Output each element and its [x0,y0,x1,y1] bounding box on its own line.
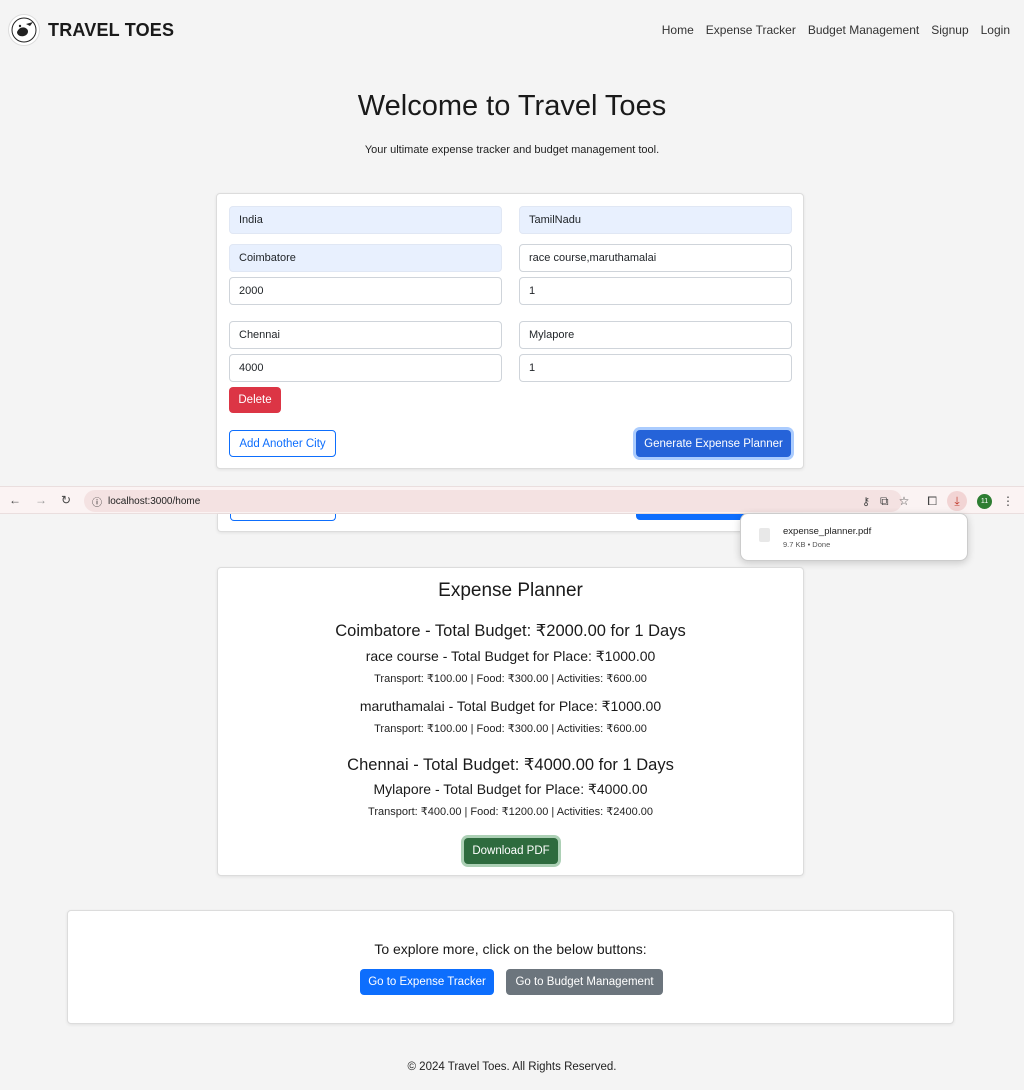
add-city-button-partial [230,514,336,521]
explore-text: To explore more, click on the below butt… [374,941,647,957]
navbar: TRAVEL TOES Home Expense Tracker Budget … [0,0,1024,60]
download-icon[interactable]: ⤓ [947,491,967,511]
place-heading-2: maruthamalai - Total Budget for Place: ₹… [359,698,662,714]
download-popup[interactable]: expense_planner.pdf 9.7 KB • Done [740,513,968,561]
pdf-file-icon [759,528,770,542]
brand-name: TRAVEL TOES [48,19,175,40]
city-input-1[interactable]: Coimbatore [229,244,502,272]
city-input-2[interactable]: Chennai [229,321,502,349]
download-status: 9.7 KB • Done [783,540,831,549]
place-heading-1: race course - Total Budget for Place: ₹1… [365,648,656,664]
go-budget-management-button[interactable]: Go to Budget Management [506,969,663,995]
generate-button-partial [636,514,746,520]
page-title: Welcome to Travel Toes [357,90,667,122]
menu-kebab-icon[interactable]: ⋮ [1002,494,1014,508]
go-expense-tracker-button[interactable]: Go to Expense Tracker [360,969,494,995]
install-app-icon[interactable]: ⧉ [880,494,889,509]
reload-icon[interactable]: ↻ [61,493,71,507]
days-input-1[interactable]: 1 [519,277,792,305]
generate-planner-button[interactable]: Generate Expense Planner [636,430,791,457]
bookmark-star-icon[interactable]: ☆ [899,494,910,508]
trip-form-card: India TamilNadu Coimbatore race course,m… [216,193,804,469]
nav-expense-tracker[interactable]: Expense Tracker [706,23,796,37]
download-filename[interactable]: expense_planner.pdf [783,526,871,537]
browser-actions: ⚷ ⧉ ☆ ⧠ ⤓ 11 ⋮ [862,491,1014,511]
add-city-button[interactable]: Add Another City [229,430,336,457]
key-icon[interactable]: ⚷ [862,495,870,508]
city-heading-2: Chennai - Total Budget: ₹4000.00 for 1 D… [347,756,674,774]
site-info-icon[interactable]: ⓘ [92,494,102,509]
browser-nav: ← → ↻ [0,493,71,507]
place-detail-3: Transport: ₹400.00 | Food: ₹1200.00 | Ac… [368,806,653,818]
browser-toolbar: ← → ↻ ⓘ localhost:3000/home ⚷ ⧉ ☆ ⧠ ⤓ 11… [0,486,1024,514]
nav-signup[interactable]: Signup [931,23,968,37]
nav-budget-management[interactable]: Budget Management [808,23,919,37]
back-icon[interactable]: ← [9,493,21,507]
forward-icon[interactable]: → [35,493,47,507]
place-detail-1: Transport: ₹100.00 | Food: ₹300.00 | Act… [374,673,647,685]
extensions-icon[interactable]: ⧠ [927,494,937,509]
address-bar[interactable]: ⓘ localhost:3000/home [84,490,902,512]
places-input-1[interactable]: race course,maruthamalai [519,244,792,272]
nav-links: Home Expense Tracker Budget Management S… [662,23,1010,37]
place-detail-2: Transport: ₹100.00 | Food: ₹300.00 | Act… [374,723,647,735]
days-input-2[interactable]: 1 [519,354,792,382]
download-pdf-button[interactable]: Download PDF [464,838,558,864]
nav-home[interactable]: Home [662,23,694,37]
profile-avatar[interactable]: 11 [977,493,992,509]
brand[interactable]: TRAVEL TOES [8,14,174,46]
footer: © 2024 Travel Toes. All Rights Reserved. [407,1061,617,1073]
city-heading-1: Coimbatore - Total Budget: ₹2000.00 for … [335,622,686,640]
budget-input-2[interactable]: 4000 [229,354,502,382]
nav-login[interactable]: Login [981,23,1010,37]
page-subtitle: Your ultimate expense tracker and budget… [364,144,660,156]
place-heading-3: Mylapore - Total Budget for Place: ₹4000… [373,781,648,797]
travel-toes-logo [8,14,40,46]
explore-card: To explore more, click on the below butt… [67,910,954,1024]
places-input-2[interactable]: Mylapore [519,321,792,349]
state-input[interactable]: TamilNadu [519,206,792,234]
country-input[interactable]: India [229,206,502,234]
planner-title: Expense Planner [438,580,583,601]
delete-city-button[interactable]: Delete [229,387,281,413]
expense-planner-card: Expense Planner Coimbatore - Total Budge… [217,567,804,876]
budget-input-1[interactable]: 2000 [229,277,502,305]
url-text: localhost:3000/home [108,495,201,507]
